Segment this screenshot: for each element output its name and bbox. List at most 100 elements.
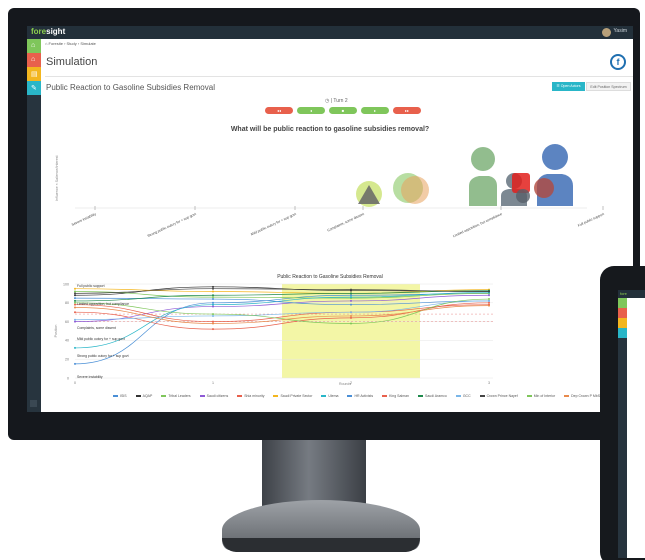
tablet-sidebar-item[interactable] [618, 318, 627, 328]
series-point [350, 314, 352, 317]
series-point [74, 299, 76, 302]
legend-swatch [479, 395, 485, 397]
legend-swatch [273, 395, 279, 397]
legend-swatch [455, 395, 461, 397]
level-label: Complaints, some dissent [77, 326, 116, 330]
series-point [212, 303, 214, 306]
legend-item[interactable]: Tribal Leaders [161, 394, 191, 398]
legend-item[interactable]: HR Activists [347, 394, 373, 398]
series-point [212, 287, 214, 290]
legend-swatch [347, 395, 353, 397]
line-chart-x-label: Rounds [339, 382, 352, 386]
actor-person-head[interactable] [542, 144, 568, 170]
y-tick-label: 0 [67, 376, 69, 380]
legend-swatch [199, 395, 205, 397]
series-point [74, 311, 76, 314]
legend-label: ISIS [120, 394, 127, 398]
level-label: Strong public outcry for + sup govt [77, 354, 129, 358]
actor-bubble[interactable] [401, 176, 429, 204]
series-point [74, 297, 76, 300]
legend-swatch [418, 395, 424, 397]
series-point [212, 328, 214, 331]
monitor-stand-neck [262, 440, 366, 508]
legend-swatch [564, 395, 570, 397]
series-point [350, 303, 352, 306]
legend-label: AQAP [142, 394, 153, 398]
legend-item[interactable]: Dep Crown P MbS [564, 394, 600, 398]
y-tick-label: 100 [63, 282, 69, 286]
legend-item[interactable]: GCC [455, 394, 471, 398]
series-point [74, 362, 76, 365]
legend-label: King Salman [389, 394, 410, 398]
series-point [488, 304, 490, 307]
actor-bubble[interactable] [534, 178, 554, 198]
legend-item[interactable]: AQAP [135, 394, 153, 398]
series-point [74, 306, 76, 309]
tablet-sidebar-item[interactable] [618, 298, 627, 308]
legend-item[interactable]: ISIS [113, 394, 127, 398]
series-point [212, 313, 214, 316]
legend-item[interactable]: Crown Prince Nayef [479, 394, 518, 398]
series-point [212, 305, 214, 308]
series-point [488, 301, 490, 304]
legend-item[interactable]: Min of Interior [526, 394, 556, 398]
series-point [74, 320, 76, 323]
series-point [74, 318, 76, 321]
series-point [74, 290, 76, 293]
legend-item[interactable]: Saudi citizens [199, 394, 229, 398]
series-point [212, 294, 214, 297]
level-label: Mild public outcry for + sup govt [77, 337, 125, 341]
series-point [212, 285, 214, 288]
legend-swatch [135, 395, 141, 397]
legend-item[interactable]: Saudi Aramco [418, 394, 447, 398]
series-point [350, 311, 352, 314]
series-point [350, 322, 352, 325]
series-point [350, 316, 352, 319]
series-point [350, 292, 352, 295]
legend-item[interactable]: Saudi Private Sector [273, 394, 312, 398]
actor-person-head[interactable] [471, 147, 495, 171]
y-tick-label: 60 [65, 320, 69, 324]
series-point [212, 296, 214, 299]
tablet-sidebar-item[interactable] [618, 328, 627, 338]
level-label: Limited opposition, but compliance [77, 302, 130, 306]
legend-item[interactable]: Shia minority [237, 394, 264, 398]
monitor-screen: foresight Yasim ⌂ ⌂ ▤ ✎ ⌂ Foresite › Stu… [27, 26, 633, 412]
series-point [350, 288, 352, 291]
legend-swatch [526, 395, 532, 397]
y-tick-label: 80 [65, 301, 69, 305]
legend-label: Ulema [328, 394, 339, 398]
series-point [488, 298, 490, 301]
series-point [74, 294, 76, 297]
legend-label: Saudi citizens [206, 394, 229, 398]
level-label: Severe instability [77, 375, 103, 379]
actor-person-shape[interactable] [469, 176, 497, 206]
legend-label: Crown Prince Nayef [486, 394, 518, 398]
series-point [212, 301, 214, 304]
legend-label: Saudi Aramco [425, 394, 447, 398]
y-tick-label: 40 [65, 339, 69, 343]
series-point [488, 299, 490, 302]
monitor-stand-rim [222, 538, 420, 552]
legend-swatch [382, 395, 388, 397]
line-chart-y-label: Position [54, 325, 58, 338]
legend-swatch [237, 395, 243, 397]
tablet-sidebar-item[interactable] [618, 308, 627, 318]
level-label: Full public support [77, 284, 105, 288]
series-point [350, 296, 352, 299]
x-tick-label: 0 [74, 381, 76, 385]
series-point [74, 346, 76, 349]
legend-label: Tribal Leaders [168, 394, 191, 398]
legend-swatch [321, 395, 327, 397]
legend-label: Min of Interior [533, 394, 556, 398]
line-chart-title: Public Reaction to Gasoline Subsidies Re… [277, 274, 383, 280]
series-point [488, 294, 490, 297]
actor-bubble[interactable] [516, 189, 530, 203]
series-point [212, 314, 214, 317]
legend-item[interactable]: King Salman [382, 394, 409, 398]
x-tick-label: 1 [212, 381, 214, 385]
legend-label: Dep Crown P MbS [571, 394, 601, 398]
series-point [74, 292, 76, 295]
legend-swatch [113, 395, 118, 397]
legend-item[interactable]: Ulema [321, 394, 338, 398]
